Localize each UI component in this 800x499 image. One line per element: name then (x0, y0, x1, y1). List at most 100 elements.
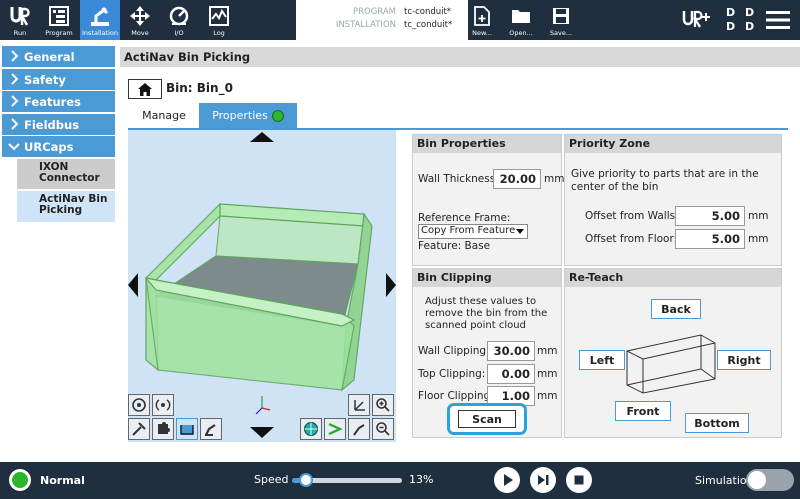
wall-thickness-label: Wall Thickness: (418, 173, 499, 185)
stop-button[interactable] (566, 467, 592, 493)
view-up-arrow-icon (250, 132, 274, 142)
reteach-bottom-button[interactable]: Bottom (685, 413, 749, 433)
nav-run[interactable]: Run (2, 0, 38, 40)
puzzle-icon[interactable] (152, 418, 174, 440)
reteach-back-button[interactable]: Back (651, 299, 701, 319)
nav-program-label: Program (45, 29, 73, 37)
home-button[interactable] (128, 79, 162, 99)
dropdown-arrow-icon (516, 229, 524, 234)
nav-log[interactable]: Log (200, 0, 238, 40)
step-button[interactable] (530, 467, 556, 493)
sidebar-item-urcaps[interactable]: URCaps (2, 136, 115, 157)
bin-properties-panel: Bin Properties Wall Thickness: 20.00 mm … (412, 134, 565, 266)
sidebar-item-label: Features (24, 94, 81, 109)
menu-icon[interactable] (766, 10, 790, 33)
floor-clipping-label: Floor Clipping: (418, 390, 494, 402)
top-clipping-input[interactable]: 0.00 (487, 364, 535, 384)
robot-status-icon[interactable] (9, 469, 31, 491)
sidebar-item-features[interactable]: Features (2, 91, 115, 112)
view-left-arrow-icon (128, 273, 138, 297)
tab-properties[interactable]: Properties (199, 103, 297, 128)
dd-indicator: D D D D (726, 6, 758, 33)
sidebar-subitem-label: IXON Connector (39, 161, 100, 184)
bottom-bar: Normal Speed 13% Simulation (0, 462, 800, 499)
nav-installation-label: Installation (81, 29, 118, 37)
scan-label: Scan (472, 412, 502, 426)
path-icon[interactable] (324, 418, 346, 440)
zoom-out-icon[interactable] (372, 418, 394, 440)
reference-frame-dropdown[interactable]: Copy From Feature (418, 224, 528, 239)
sidebar-item-ixon-connector[interactable]: IXON Connector (17, 159, 115, 189)
urplus-icon[interactable] (682, 8, 712, 33)
reteach-right-label: Right (727, 353, 761, 367)
sidebar-item-safety[interactable]: Safety (2, 69, 115, 90)
nav-log-label: Log (213, 29, 225, 37)
bin-view-icon[interactable] (176, 418, 198, 440)
reteach-back-label: Back (661, 302, 691, 316)
reference-frame-label: Reference Frame: (418, 212, 511, 224)
installation-name: tc_conduit* (404, 20, 453, 30)
sidebar-item-fieldbus[interactable]: Fieldbus (2, 114, 115, 135)
simulation-label: Simulation (695, 474, 754, 487)
play-icon (504, 474, 513, 486)
reteach-front-label: Front (626, 404, 660, 418)
new-button[interactable]: New... (468, 0, 496, 40)
camera-stream-icon[interactable] (152, 394, 174, 416)
reteach-bottom-label: Bottom (694, 416, 740, 430)
io-icon (166, 4, 192, 28)
top-clipping-label: Top Clipping: (418, 368, 486, 380)
speed-slider-thumb[interactable] (299, 473, 314, 487)
nav-installation[interactable]: Installation (80, 0, 120, 40)
nav-run-label: Run (13, 29, 27, 37)
reteach-panel: Re-Teach Back Left Right Front Bottom (564, 268, 782, 438)
top-bar: Run Program Installation Move I/O Log PR… (0, 0, 800, 40)
nav-program[interactable]: Program (40, 0, 78, 40)
sidebar-item-label: Safety (24, 72, 66, 87)
bin-3d-viewer[interactable] (128, 130, 396, 442)
play-button[interactable] (494, 467, 520, 493)
scan-button[interactable]: Scan (458, 410, 516, 428)
globe-icon[interactable] (300, 418, 322, 440)
speed-value: 13% (409, 473, 434, 486)
reteach-left-button[interactable]: Left (579, 350, 625, 370)
offset-walls-input[interactable]: 5.00 (675, 206, 745, 226)
reference-frame-value: Copy From Feature (421, 225, 516, 236)
tab-manage[interactable]: Manage (128, 103, 200, 128)
arm-pose-icon[interactable] (348, 418, 370, 440)
nav-move[interactable]: Move (122, 0, 158, 40)
reset-view-icon[interactable] (128, 394, 150, 416)
save-button[interactable]: Save... (546, 0, 576, 40)
zoom-in-icon[interactable] (372, 394, 394, 416)
program-info: PROGRAM tc-conduit* INSTALLATION tc_cond… (296, 0, 468, 40)
reteach-right-button[interactable]: Right (717, 350, 771, 370)
wall-clipping-input[interactable]: 30.00 (487, 341, 535, 361)
sidebar-subitem-label: ActiNav Bin Picking (39, 193, 108, 216)
new-label: New... (472, 29, 492, 37)
tools-icon[interactable] (128, 418, 150, 440)
top-clipping-unit: mm (537, 368, 558, 380)
speed-slider[interactable] (292, 473, 402, 487)
axes-view-icon[interactable] (348, 394, 370, 416)
bin-clipping-title: Bin Clipping (413, 269, 561, 287)
reteach-front-button[interactable]: Front (615, 401, 671, 421)
bin-title: Bin: Bin_0 (166, 81, 233, 95)
wall-clipping-label: Wall Clipping: (418, 345, 490, 357)
robot-arm-icon[interactable] (200, 418, 222, 440)
open-button[interactable]: Open... (506, 0, 536, 40)
priority-zone-title: Priority Zone (565, 135, 781, 153)
nav-io[interactable]: I/O (160, 0, 198, 40)
speed-label: Speed (254, 473, 289, 486)
wall-thickness-input[interactable]: 20.00 (493, 169, 541, 189)
step-icon (538, 475, 549, 485)
sidebar-item-actinav-bin-picking[interactable]: ActiNav Bin Picking (17, 191, 115, 222)
bin-properties-title: Bin Properties (413, 135, 561, 153)
ur-logo-icon (7, 4, 33, 28)
program-key: PROGRAM (352, 7, 396, 17)
offset-floor-input[interactable]: 5.00 (675, 229, 745, 249)
sidebar-item-general[interactable]: General (2, 46, 115, 67)
save-icon (548, 4, 574, 28)
wall-thickness-unit: mm (544, 173, 565, 185)
feature-label: Feature: Base (418, 240, 491, 252)
simulation-toggle[interactable] (746, 469, 794, 491)
installation-icon (87, 4, 113, 28)
